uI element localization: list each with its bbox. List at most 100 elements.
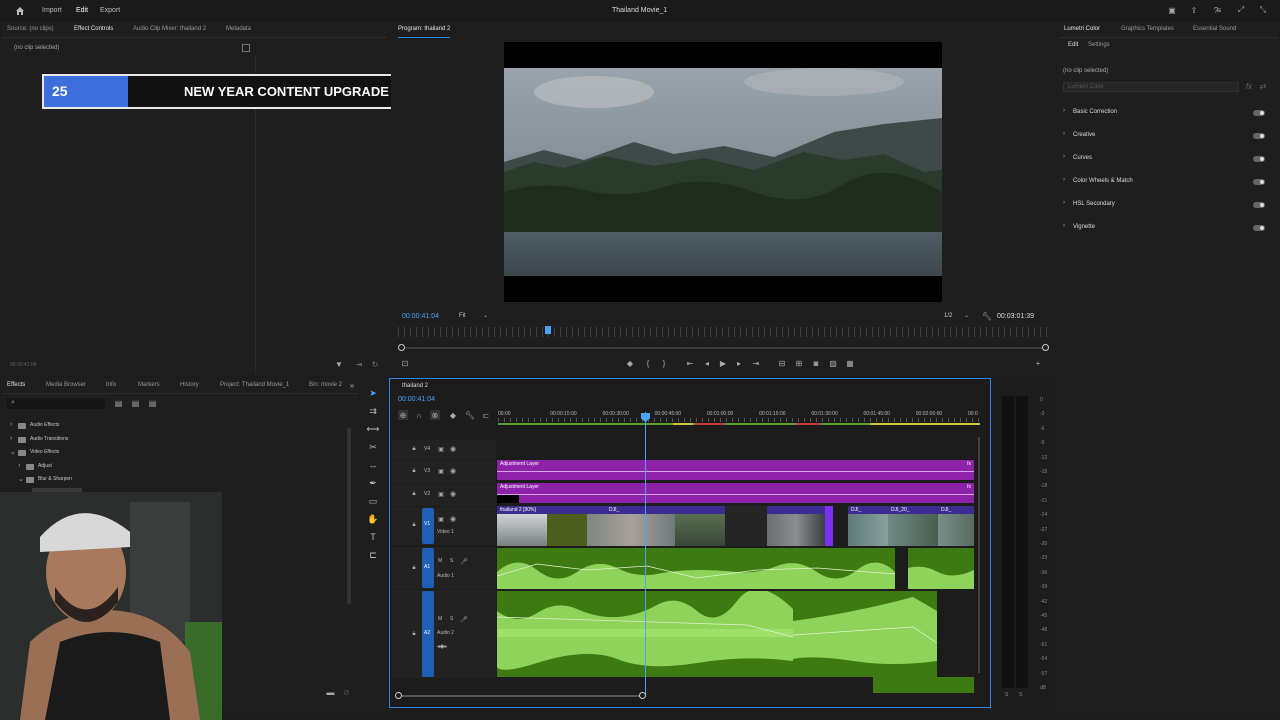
audio-clip[interactable] — [497, 548, 895, 589]
type-tool-icon[interactable]: T — [366, 530, 380, 544]
accelerated-effects-icon[interactable]: ▤ — [114, 399, 123, 408]
export-frame-icon[interactable]: ⇥ — [354, 359, 364, 369]
section-toggle[interactable] — [1253, 110, 1265, 116]
caption-tool-icon[interactable]: ⊏ — [366, 548, 380, 562]
wrench-icon[interactable]: 🔧︎ — [982, 311, 992, 321]
tab-source[interactable]: Source: (no clips) — [7, 22, 54, 37]
sync-lock-icon[interactable]: ▣ — [437, 515, 445, 523]
sync-lock-icon[interactable]: ▣ — [437, 445, 445, 453]
lock-icon[interactable]: 🔒︎ — [410, 445, 418, 453]
track-header-v1[interactable]: 🔒︎ V1 ▣ ◉ Video 1 — [392, 507, 496, 545]
video-clip[interactable] — [825, 506, 833, 546]
nav-import[interactable]: Import — [42, 7, 62, 14]
hand-tool-icon[interactable]: ✋ — [366, 512, 380, 526]
add-marker-icon[interactable]: ◆ — [448, 410, 458, 420]
lock-icon[interactable]: 🔒︎ — [410, 521, 418, 529]
delete-icon[interactable]: ⊘ — [342, 688, 351, 697]
audio-clip[interactable] — [793, 591, 937, 677]
32bit-effects-icon[interactable]: ▤ — [131, 399, 140, 408]
eye-icon[interactable]: ◉ — [449, 445, 457, 453]
fullscreen-icon[interactable]: ⤡ — [1258, 5, 1268, 15]
audio-clip[interactable] — [908, 548, 974, 589]
yuv-effects-icon[interactable]: ▤ — [148, 399, 157, 408]
track-header-v3[interactable]: 🔒︎ V3 ▣ ◉ — [392, 461, 496, 483]
eye-icon[interactable]: ◉ — [449, 467, 457, 475]
timeline-timecode[interactable]: 00:00:41:04 — [398, 396, 435, 403]
reset-icon[interactable]: ⇄ — [1259, 82, 1267, 91]
video-clip[interactable]: thailand 2 [90%] — [497, 506, 587, 546]
section-toggle[interactable] — [1253, 225, 1265, 231]
subtab-edit[interactable]: Edit — [1068, 42, 1078, 48]
tab-graphics-templates[interactable]: Graphics Templates — [1121, 22, 1174, 37]
audio-clip[interactable] — [873, 677, 974, 693]
effects-search-input[interactable]: ⌕ — [7, 398, 105, 409]
hscroll-end-handle[interactable] — [639, 692, 646, 699]
section-toggle[interactable] — [1253, 133, 1265, 139]
marker-icon[interactable]: ◆ — [625, 358, 635, 368]
lock-icon[interactable]: 🔒︎ — [410, 564, 418, 572]
razor-tool-icon[interactable]: ✂ — [366, 440, 380, 454]
tab-timeline[interactable]: thailand 2 — [402, 383, 428, 389]
adjustment-layer-clip[interactable]: Adjustment Layer fx — [497, 460, 974, 480]
camera-icon[interactable]: ◙ — [811, 358, 821, 368]
tree-item[interactable]: ⌄ Video Effects — [10, 449, 130, 458]
tab-metadata[interactable]: Metadata — [226, 22, 251, 37]
video-clip[interactable] — [675, 506, 725, 546]
microphone-icon[interactable]: 🎤︎ — [460, 615, 468, 623]
quick-export-icon[interactable]: ▣ — [1167, 5, 1177, 15]
pen-tool-icon[interactable]: ✒ — [366, 476, 380, 490]
nav-edit[interactable]: Edit — [76, 7, 88, 14]
solo-left-label[interactable]: S — [1005, 692, 1008, 698]
go-to-in-icon[interactable]: ⇤ — [685, 358, 695, 368]
eye-icon[interactable]: ◉ — [449, 490, 457, 498]
safe-margins-icon[interactable]: ▦ — [845, 358, 855, 368]
track-header-a1[interactable]: 🔒︎ A1 M S 🎤︎ Audio 1 — [392, 547, 496, 589]
add-button-icon[interactable]: + — [1033, 358, 1043, 368]
zoom-end-handle[interactable] — [1042, 344, 1049, 351]
tree-item[interactable]: › Audio Transitions — [10, 435, 130, 445]
lumetri-dropdown[interactable]: Lumetri Color — [1063, 82, 1239, 92]
settings-icon[interactable]: ↻ — [370, 359, 380, 369]
lumetri-section-color-wheels-match[interactable]: › Color Wheels & Match — [1063, 177, 1269, 187]
track-header-v2[interactable]: 🔒︎ V2 ▣ ◉ — [392, 484, 496, 506]
fit-dropdown[interactable]: Fit ⌄ — [455, 311, 493, 322]
effects-scrollbar[interactable] — [347, 428, 351, 604]
microphone-icon[interactable]: 🎤︎ — [460, 557, 468, 565]
slip-tool-icon[interactable]: ↔ — [366, 458, 380, 472]
tab-media-browser[interactable]: Media Browser — [46, 378, 86, 393]
step-forward-icon[interactable]: ▸ — [734, 358, 744, 368]
section-toggle[interactable] — [1253, 202, 1265, 208]
keyframe-nav-icon[interactable]: ◂◆▸ — [437, 642, 448, 650]
program-mini-ruler[interactable] — [398, 327, 1048, 337]
wrench-icon[interactable]: 🔧︎ — [465, 410, 475, 420]
rectangle-tool-icon[interactable]: ▭ — [366, 494, 380, 508]
settings-icon[interactable]: ⊡ — [400, 358, 410, 368]
linked-selection-icon[interactable]: ⊗ — [430, 410, 440, 420]
captions-icon[interactable]: ⊏ — [481, 410, 491, 420]
track-header-v4[interactable]: 🔒︎ V4 ▣ ◉ — [392, 440, 496, 460]
tab-bin-movie-2[interactable]: Bin: movie 2 — [309, 378, 342, 393]
solo-button[interactable]: S — [450, 616, 453, 622]
adjustment-layer-clip[interactable]: Adjustment Layer fx — [497, 483, 974, 503]
lock-icon[interactable]: 🔒︎ — [410, 490, 418, 498]
timeline-vscroll[interactable] — [978, 437, 980, 673]
hscroll-start-handle[interactable] — [395, 692, 402, 699]
program-timecode[interactable]: 00:00:41:04 — [402, 313, 439, 320]
video-clip[interactable]: DJI_ — [848, 506, 888, 546]
tree-item[interactable]: ⌄ Blur & Sharpen — [18, 476, 138, 485]
go-to-out-icon[interactable]: ⇥ — [751, 358, 761, 368]
tab-info[interactable]: Info — [106, 378, 116, 393]
lumetri-section-creative[interactable]: › Creative — [1063, 131, 1269, 141]
tab-history[interactable]: History — [180, 378, 199, 393]
panel-toggle-icon[interactable] — [242, 44, 250, 52]
workspace-icon[interactable]: ≡ — [1214, 5, 1224, 15]
mark-out-icon[interactable]: } — [659, 358, 669, 368]
tab-essential-sound[interactable]: Essential Sound — [1193, 22, 1236, 37]
selection-tool-icon[interactable]: ➤ — [366, 386, 380, 400]
lock-icon[interactable]: 🔒︎ — [410, 467, 418, 475]
tab-audio-clip-mixer[interactable]: Audio Clip Mixer: thailand 2 — [133, 22, 206, 37]
mark-in-icon[interactable]: { — [643, 358, 653, 368]
extract-icon[interactable]: ⊞ — [794, 358, 804, 368]
program-zoom-bar[interactable] — [401, 347, 1045, 349]
step-back-icon[interactable]: ◂ — [702, 358, 712, 368]
